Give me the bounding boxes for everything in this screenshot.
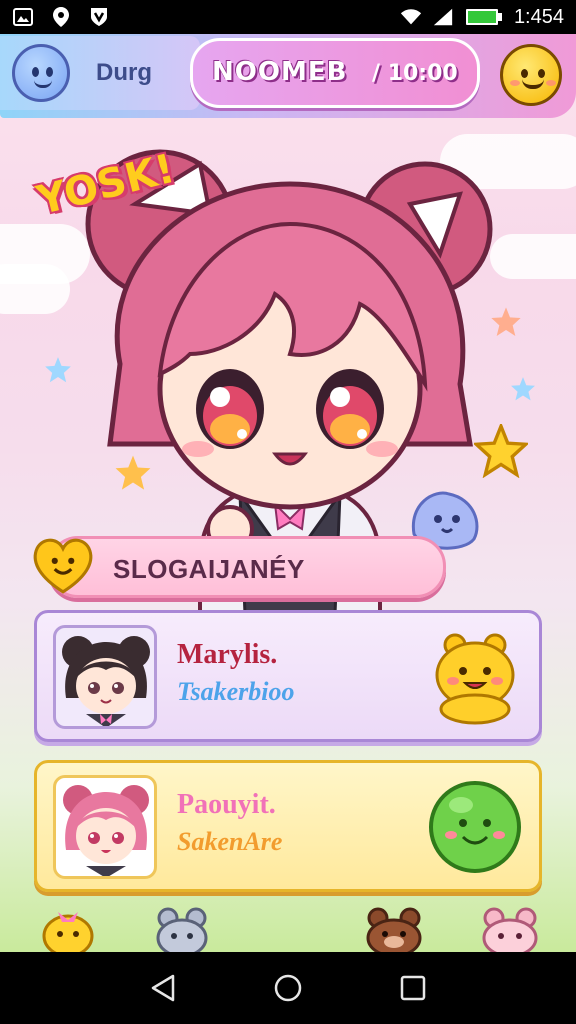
recents-icon[interactable] [393,968,433,1008]
blue-blob-avatar-icon[interactable] [12,44,70,102]
card-subtitle: SakenAre [177,827,283,856]
status-right: 1:454 [400,6,564,29]
status-left [12,6,110,28]
room-time: / 10:00 [372,61,458,86]
top-header: Durg NOOMEB / 10:00 [0,34,576,118]
card-name: Marylis. [177,639,278,670]
location-icon [50,6,72,28]
signal-icon [432,6,454,28]
green-blob-mascot-icon [429,781,521,873]
slogan-text: SLOGAIJANÉY [113,554,305,584]
peach-star-icon [491,307,521,336]
shield-icon [88,6,110,28]
back-icon[interactable] [143,968,183,1008]
home-icon[interactable] [268,968,308,1008]
wifi-icon [400,6,422,28]
user-card-2[interactable]: Paouyit. SakenAre [34,760,542,892]
status-bar: 1:454 [0,0,576,34]
gold-star-icon [474,424,528,478]
brown-bear-icon [366,907,422,952]
cloud [490,234,576,279]
room-title: NOOMEB [212,57,348,87]
blue-star-icon [511,377,535,401]
battery-icon [464,6,504,28]
cloud [0,264,70,314]
grey-mouse-icon [156,907,208,952]
username: Durg [96,59,152,86]
smiley-face-icon[interactable] [500,44,562,106]
yellow-chick-icon [42,912,94,952]
card-name: Paouyit. [177,789,276,820]
slogan-banner[interactable]: SLOGAIJANÉY [48,536,446,598]
clock: 1:454 [513,5,564,28]
dark-haired-girl-avatar [53,625,157,729]
pink-haired-girl-avatar [53,775,157,879]
smiley-heart-icon [33,538,93,594]
gallery-icon [12,6,34,28]
pink-bear-icon [482,907,538,952]
app-screen: Durg NOOMEB / 10:00 YOSK! SLOGAIJANÉY Ma… [0,34,576,952]
user-card-1[interactable]: Marylis. Tsakerbioo [34,610,542,742]
yellow-bear-mascot-icon [435,633,515,725]
card-subtitle: Tsakerbioo [177,677,295,706]
system-nav-bar [0,952,576,1024]
orange-star-icon [115,455,151,490]
blue-star-icon [45,357,71,383]
